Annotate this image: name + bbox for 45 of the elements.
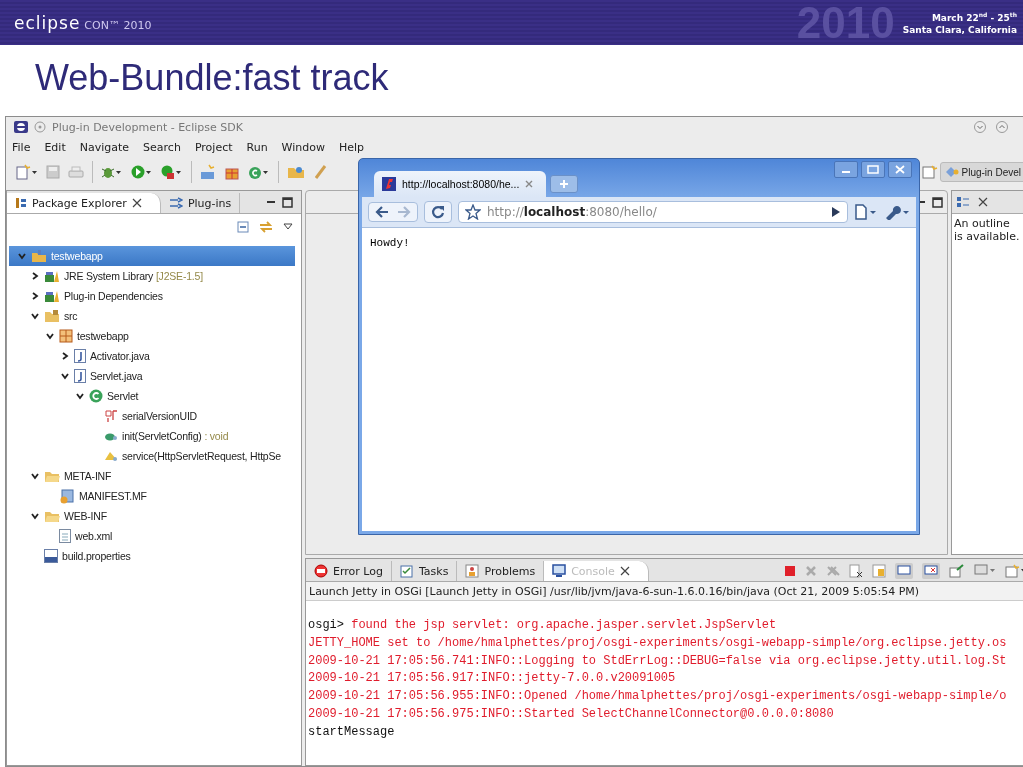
tree-item[interactable]: META-INF (7, 466, 301, 486)
tree-item[interactable]: Servlet.java (7, 366, 301, 386)
window-title: Plug-in Development - Eclipse SDK (52, 120, 243, 134)
page-text: Howdy! (370, 237, 410, 249)
console-line: 2009-10-21 17:05:56.917:INFO::jetty-7.0.0.v20091005 (308, 670, 677, 688)
tree-item[interactable]: testwebapp (9, 246, 295, 266)
tree-item[interactable]: Plug-in Dependencies (7, 286, 301, 306)
console-line: 2009-10-21 17:05:56.741:INFO::Logging to StdErrLog::DEBUG=false via org.eclipse.jetty.util.log.St (308, 652, 1008, 670)
perspective-button[interactable]: Plug-in Devel (939, 162, 1023, 182)
tree-item[interactable]: MANIFEST.MF (7, 486, 301, 506)
event-place: Santa Clara, California (902, 24, 1017, 36)
menu-item[interactable]: Search (143, 140, 181, 154)
console-line: 2009-10-21 17:05:56.955:INFO::Opened /home/hmalphettes/proj/osgi-experiments/osgi-webapp-simple/o (308, 688, 1008, 706)
tree-item[interactable]: JRE System Library [J2SE-1.5] (7, 266, 301, 286)
menu-item[interactable]: Edit (44, 140, 66, 154)
menu-item[interactable]: Navigate (79, 140, 130, 154)
browser-tab[interactable]: http://localhost:8080/he... (374, 171, 546, 197)
menu-item[interactable]: Window (281, 140, 325, 154)
console-line: JETTY_HOME set to /home/hmalphettes/proj/osgi-experiments/osgi-webapp-simple/org.eclipse.jetty.os (308, 634, 1008, 652)
console-line: 2009-10-21 17:05:56.975:INFO::Started SelectChannelConnector@0.0.0.0:8080 (308, 706, 835, 723)
slide-title: Web-Bundle:fast track (35, 57, 389, 98)
tree-item[interactable]: web.xml (7, 526, 301, 546)
logo: eclipse (14, 12, 81, 33)
address-field[interactable]: http://localhost:8080/hello/ (458, 201, 848, 223)
tree-item[interactable]: src (7, 306, 301, 326)
menu-item[interactable]: Run (246, 140, 268, 154)
tree-item[interactable]: serialVersionUID (7, 406, 301, 426)
view-tab[interactable]: Package Explorer (7, 193, 161, 213)
outline-message: An outline is available. (953, 216, 1021, 245)
tree-item[interactable]: Servlet (7, 386, 301, 406)
launch-description: Launch Jetty in OSGi [Launch Jetty in OSGi] /usr/lib/jvm/java-6-sun-1.6.0.16/bin/java (Oct 21, 2009 5:05:54 PM) (306, 582, 1023, 601)
tree-item[interactable]: init(ServletConfig) : void (7, 426, 301, 446)
tree-item[interactable]: testwebapp (7, 326, 301, 346)
tree-item[interactable]: service(HttpServletRequest, HttpSe (7, 446, 301, 466)
logo-suffix: CON™ 2010 (84, 18, 152, 32)
console-line: startMessage (308, 723, 396, 741)
tree-item[interactable]: Activator.java (7, 346, 301, 366)
console-line: osgi> found the jsp servlet: org.apache.jasper.servlet.JspServlet (308, 617, 778, 634)
view-tab[interactable]: Plug-ins (160, 193, 241, 213)
event-dates: March 22$^{nd}$ - 25$^{th}$ (930, 10, 1017, 24)
menu-item[interactable]: Help (339, 140, 365, 154)
tree-item[interactable]: build.properties (7, 546, 301, 566)
menu-item[interactable]: File (12, 140, 31, 154)
menu-item[interactable]: Project (194, 140, 233, 154)
tree-item[interactable]: WEB-INF (7, 506, 301, 526)
